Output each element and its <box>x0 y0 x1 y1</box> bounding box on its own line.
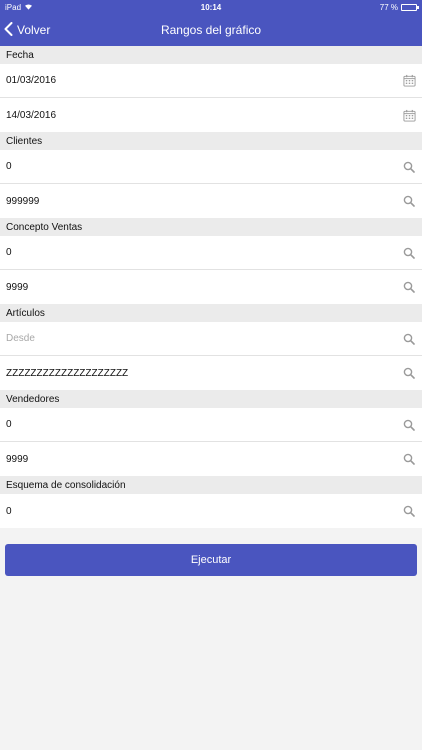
range-input[interactable] <box>6 98 402 132</box>
range-input[interactable] <box>6 442 402 476</box>
search-icon[interactable] <box>402 160 416 174</box>
search-icon[interactable] <box>402 194 416 208</box>
search-icon[interactable] <box>402 504 416 518</box>
field-row <box>0 150 422 184</box>
range-input[interactable] <box>6 408 402 441</box>
search-icon[interactable] <box>402 366 416 380</box>
search-icon[interactable] <box>402 332 416 346</box>
search-icon[interactable] <box>402 452 416 466</box>
status-bar: iPad 10:14 77 % <box>0 0 422 14</box>
range-input[interactable] <box>6 356 402 390</box>
form-section: Fecha <box>0 46 422 132</box>
section-header: Concepto Ventas <box>0 218 422 236</box>
range-input[interactable] <box>6 494 402 528</box>
section-header: Artículos <box>0 304 422 322</box>
field-row <box>0 184 422 218</box>
status-time: 10:14 <box>200 2 222 12</box>
nav-bar: Volver Rangos del gráfico <box>0 14 422 46</box>
range-input[interactable] <box>6 270 402 304</box>
section-header: Clientes <box>0 132 422 150</box>
battery-icon <box>401 3 419 11</box>
form-section: Concepto Ventas <box>0 218 422 304</box>
calendar-icon[interactable] <box>402 108 416 122</box>
field-row <box>0 322 422 356</box>
section-header: Esquema de consolidación <box>0 476 422 494</box>
section-header: Fecha <box>0 46 422 64</box>
range-input[interactable] <box>6 184 402 218</box>
form-section: Vendedores <box>0 390 422 476</box>
field-row <box>0 64 422 98</box>
field-row <box>0 494 422 528</box>
field-row <box>0 408 422 442</box>
form-section: Esquema de consolidación <box>0 476 422 528</box>
range-input[interactable] <box>6 236 402 269</box>
calendar-icon[interactable] <box>402 74 416 88</box>
search-icon[interactable] <box>402 418 416 432</box>
search-icon[interactable] <box>402 246 416 260</box>
range-form: Fecha Clientes Concepto Ventas Artículos… <box>0 46 422 528</box>
field-row <box>0 356 422 390</box>
field-row <box>0 442 422 476</box>
back-button[interactable]: Volver <box>4 14 50 46</box>
back-label: Volver <box>17 23 51 37</box>
field-row <box>0 236 422 270</box>
field-row <box>0 270 422 304</box>
form-section: Clientes <box>0 132 422 218</box>
chevron-left-icon <box>4 21 13 39</box>
range-input[interactable] <box>6 150 402 183</box>
field-row <box>0 98 422 132</box>
section-header: Vendedores <box>0 390 422 408</box>
page-title: Rangos del gráfico <box>160 23 262 37</box>
form-section: Artículos <box>0 304 422 390</box>
range-input[interactable] <box>6 64 402 97</box>
search-icon[interactable] <box>402 280 416 294</box>
execute-button[interactable]: Ejecutar <box>5 544 417 576</box>
range-input[interactable] <box>6 322 402 355</box>
